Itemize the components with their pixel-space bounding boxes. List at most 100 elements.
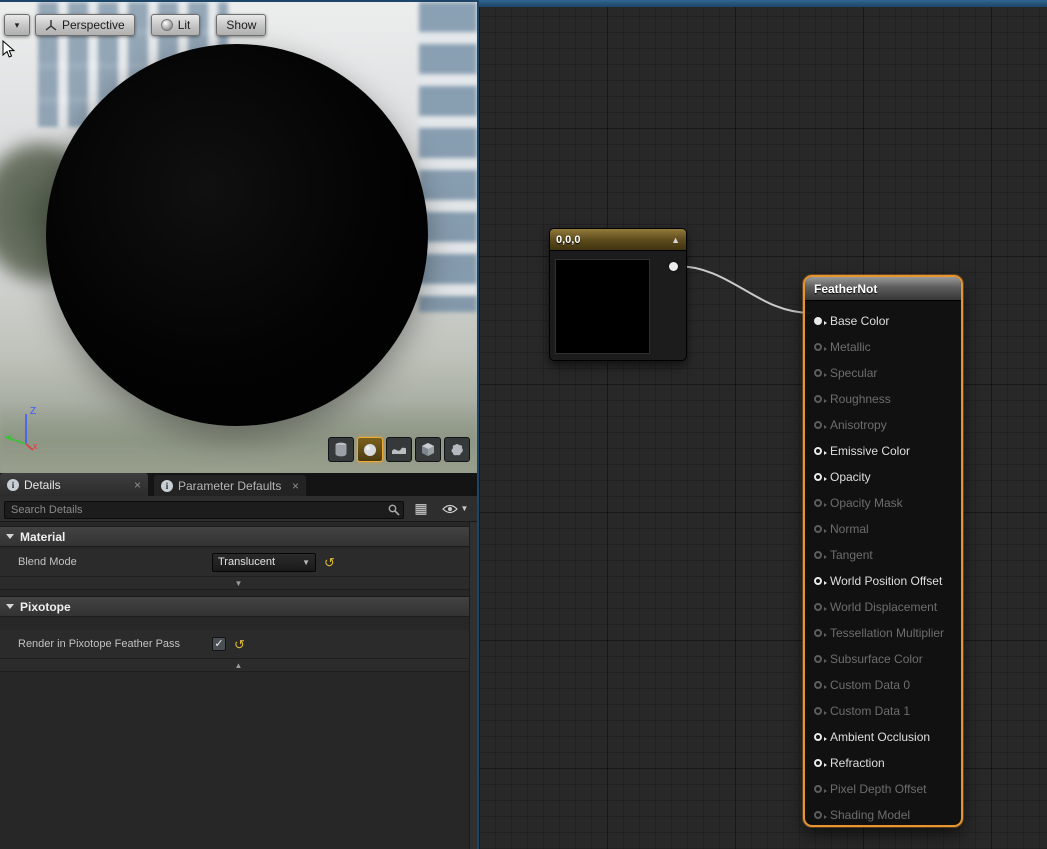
details-scrollbar[interactable] [469, 522, 477, 849]
perspective-icon [45, 19, 57, 31]
output-pin[interactable] [669, 262, 678, 271]
cylinder-shape-button[interactable] [328, 437, 354, 462]
input-pin-icon[interactable] [814, 551, 822, 559]
input-pin-icon[interactable] [814, 655, 822, 663]
pin-label: Opacity [830, 470, 871, 484]
material-preview-viewport[interactable]: ▾ Perspective Lit Show [0, 0, 477, 473]
pin-row-custom-data-0[interactable]: Custom Data 0 [805, 672, 961, 698]
input-pin-icon[interactable] [814, 499, 822, 507]
input-pin-icon[interactable] [814, 733, 822, 741]
chevron-down-icon: ▼ [461, 504, 469, 513]
pin-label: World Displacement [830, 600, 937, 614]
graph-top-bar [479, 0, 1047, 7]
material-result-node[interactable]: FeatherNot Base Color Metallic Specular Rou… [803, 275, 963, 827]
pin-row-roughness[interactable]: Roughness [805, 386, 961, 412]
close-icon[interactable]: × [292, 480, 299, 492]
pin-label: Tessellation Multiplier [830, 626, 944, 640]
show-button[interactable]: Show [216, 14, 266, 36]
tab-parameter-defaults[interactable]: i Parameter Defaults × [154, 475, 306, 496]
pin-label: Custom Data 0 [830, 678, 910, 692]
details-tab-icon: i [7, 479, 19, 491]
input-pin-icon[interactable] [814, 577, 822, 585]
pin-row-specular[interactable]: Specular [805, 360, 961, 386]
pin-row-opacity-mask[interactable]: Opacity Mask [805, 490, 961, 516]
cube-shape-button[interactable] [415, 437, 441, 462]
pin-row-world-position-offset[interactable]: World Position Offset [805, 568, 961, 594]
input-pin-icon[interactable] [814, 629, 822, 637]
preview-sphere [46, 44, 428, 426]
viewport-toolbar: ▾ Perspective Lit Show [4, 14, 266, 36]
close-icon[interactable]: × [134, 479, 141, 491]
input-pin-icon[interactable] [814, 369, 822, 377]
input-pin-icon[interactable] [814, 317, 822, 325]
pin-row-shading-model[interactable]: Shading Model [805, 802, 961, 828]
property-matrix-icon[interactable]: ▦ [410, 499, 432, 519]
input-pin-icon[interactable] [814, 707, 822, 715]
reset-to-default-icon[interactable]: ↺ [234, 638, 245, 651]
axis-gizmo: Z x [2, 400, 52, 457]
mesh-shape-button[interactable] [444, 437, 470, 462]
input-pin-icon[interactable] [814, 525, 822, 533]
view-options-button[interactable]: ▼ [438, 499, 472, 519]
pin-row-pixel-depth-offset[interactable]: Pixel Depth Offset [805, 776, 961, 802]
collapse-icon[interactable]: ▲ [671, 235, 680, 245]
material-node-pins: Base Color Metallic Specular RoughnessAniso… [805, 301, 961, 828]
pin-label: Shading Model [830, 808, 910, 822]
perspective-button[interactable]: Perspective [35, 14, 135, 36]
chevron-down-icon: ▼ [302, 558, 310, 567]
material-node-header[interactable]: FeatherNot [805, 277, 961, 301]
plane-shape-button[interactable] [386, 437, 412, 462]
pin-row-custom-data-1[interactable]: Custom Data 1 [805, 698, 961, 724]
color-swatch[interactable] [555, 259, 650, 354]
tab-details[interactable]: i Details × [0, 473, 148, 496]
pin-row-tessellation-multiplier[interactable]: Tessellation Multiplier [805, 620, 961, 646]
sphere-shape-button[interactable] [357, 437, 383, 462]
feather-pass-checkbox[interactable]: ✓ [212, 637, 226, 651]
pin-row-metallic[interactable]: Metallic [805, 334, 961, 360]
chevron-down-icon: ▾ [15, 20, 20, 31]
input-pin-icon[interactable] [814, 447, 822, 455]
constant-color-node[interactable]: 0,0,0 ▲ [549, 228, 687, 361]
pin-row-normal[interactable]: Normal [805, 516, 961, 542]
pin-row-base-color[interactable]: Base Color [805, 308, 961, 334]
input-pin-icon[interactable] [814, 603, 822, 611]
pin-row-ambient-occlusion[interactable]: Ambient Occlusion [805, 724, 961, 750]
pin-row-tangent[interactable]: Tangent [805, 542, 961, 568]
pin-row-subsurface-color[interactable]: Subsurface Color [805, 646, 961, 672]
viewport-options-dropdown[interactable]: ▾ [4, 14, 30, 36]
pin-label: Base Color [830, 314, 889, 328]
material-category-header[interactable]: Material [0, 526, 477, 547]
input-pin-icon[interactable] [814, 343, 822, 351]
input-pin-icon[interactable] [814, 785, 822, 793]
search-input[interactable] [4, 501, 404, 519]
pin-label: Custom Data 1 [830, 704, 910, 718]
pin-row-emissive-color[interactable]: Emissive Color [805, 438, 961, 464]
feather-pass-row: Render in Pixotope Feather Pass ✓ ↺ [0, 630, 477, 659]
input-pin-icon[interactable] [814, 421, 822, 429]
pin-row-world-displacement[interactable]: World Displacement [805, 594, 961, 620]
pin-row-opacity[interactable]: Opacity [805, 464, 961, 490]
pin-label: Metallic [830, 340, 871, 354]
blend-mode-dropdown[interactable]: Translucent ▼ [212, 553, 316, 572]
input-pin-icon[interactable] [814, 473, 822, 481]
input-pin-icon[interactable] [814, 811, 822, 819]
pixotope-category-header[interactable]: Pixotope [0, 596, 477, 617]
background-building-right [419, 2, 477, 312]
pin-label: Subsurface Color [830, 652, 923, 666]
pin-label: Specular [830, 366, 877, 380]
pin-label: Opacity Mask [830, 496, 903, 510]
advanced-expander[interactable]: ▼ [0, 577, 477, 590]
material-node-graph[interactable]: 0,0,0 ▲ FeatherNot Base Color Metallic Spe… [479, 0, 1047, 849]
pin-row-refraction[interactable]: Refraction [805, 750, 961, 776]
tab-label: Parameter Defaults [178, 479, 281, 493]
input-pin-icon[interactable] [814, 395, 822, 403]
collapse-expander[interactable]: ▲ [0, 659, 477, 672]
input-pin-icon[interactable] [814, 681, 822, 689]
constant-node-header[interactable]: 0,0,0 ▲ [550, 229, 686, 251]
parameter-defaults-tab-icon: i [161, 480, 173, 492]
unreal-material-editor: ▾ Perspective Lit Show [0, 0, 1047, 849]
input-pin-icon[interactable] [814, 759, 822, 767]
pin-row-anisotropy[interactable]: Anisotropy [805, 412, 961, 438]
lit-button[interactable]: Lit [151, 14, 201, 36]
reset-to-default-icon[interactable]: ↺ [324, 556, 335, 569]
